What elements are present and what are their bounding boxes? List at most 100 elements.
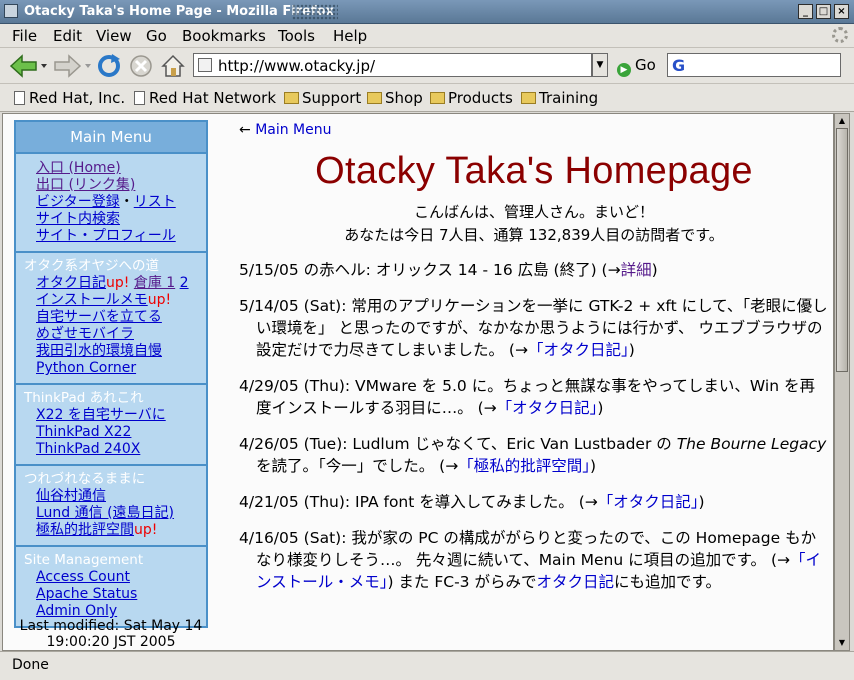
page-icon [134,91,145,105]
news-item: 4/16/05 (Sat): 我が家の PC の構成ががらりと変ったので、この … [239,529,822,591]
link-install-memo[interactable]: インストールメモ [36,292,148,308]
scroll-up-arrow-icon[interactable]: ▲ [836,115,848,127]
bookmark-red-hat-network[interactable]: Red Hat Network [134,89,276,107]
maximize-button[interactable]: □ [816,4,831,19]
news-item: 5/15/05 の赤ヘル: オリックス 14 - 16 広島 (終了) (→詳細… [239,261,658,279]
section-caption: つれづれなるままに [24,471,146,487]
greeting: こんばんは、管理人さん。まいど！ あなたは今日 7人目、通算 132,839人目… [239,201,829,247]
link-home-server[interactable]: 自宅サーバを立てる [36,309,202,326]
url-text[interactable]: http://www.otacky.jp/ [218,57,375,75]
url-bar[interactable]: http://www.otacky.jp/ [193,53,592,77]
separator: ・ [119,194,134,210]
folder-icon [367,92,382,104]
minimize-button[interactable]: _ [798,4,813,19]
link-lund-news[interactable]: Lund 通信 (遠島日記) [36,505,202,522]
link-visitor-list[interactable]: リスト [134,194,176,210]
visitor-row: ビジター登録・リスト [36,194,202,211]
menu-view[interactable]: View [96,27,132,45]
link-site-profile[interactable]: サイト・プロフィール [36,228,202,245]
window-titlebar[interactable]: Otacky Taka's Home Page - Mozilla Firefo… [0,0,854,24]
link-thinkpad-240x[interactable]: ThinkPad 240X [36,441,202,458]
stop-icon[interactable] [128,53,154,79]
link-otaku-diary[interactable]: オタク日記 [36,275,106,291]
menu-edit[interactable]: Edit [53,27,82,45]
menu-go[interactable]: Go [146,27,167,45]
link-thinkpad-x22[interactable]: ThinkPad X22 [36,424,202,441]
news-link[interactable]: 「オタク日記」 [497,399,598,417]
last-modified-line1: Last modified: Sat May 14 [19,618,203,634]
install-row: インストールメモup! [36,292,202,309]
news-link[interactable]: オタク日記 [536,573,614,591]
folder-icon [430,92,445,104]
menu-tools[interactable]: Tools [278,27,315,45]
link-links[interactable]: 出口 (リンク集) [36,177,202,194]
main-menu-sidebar: Main Menu 入口 (Home) 出口 (リンク集) ビジター登録・リスト… [14,120,208,628]
vertical-scrollbar[interactable]: ▲ ▼ [834,113,850,651]
search-box[interactable]: G [667,53,841,77]
news-item: 4/21/05 (Thu): IPA font を導入してみました。 (→「オタ… [239,493,705,511]
go-arrow-icon: ▶ [617,63,631,77]
menu-section-essays: つれづれなるままに 仙谷村通信 Lund 通信 (遠島日記) 極私的批評空間up… [16,466,206,547]
criticism-row: 極私的批評空間up! [36,522,202,539]
throbber-icon [832,27,848,43]
link-x22-server[interactable]: X22 を自宅サーバに [36,407,202,424]
news-link[interactable]: 「極私的批評空間」 [458,457,590,475]
url-history-dropdown[interactable]: ▼ [592,53,608,77]
visitor-counter: あなたは今日 7人目、通算 132,839人目の訪問者です。 [344,226,724,244]
window-menu-icon[interactable] [4,4,18,18]
main-menu-heading: Main Menu [16,122,206,154]
link-apache-status[interactable]: Apache Status [36,586,202,603]
close-button[interactable]: × [834,4,849,19]
link-sengoku-news[interactable]: 仙谷村通信 [36,488,202,505]
page-viewport[interactable]: Main Menu 入口 (Home) 出口 (リンク集) ビジター登録・リスト… [2,113,834,651]
menu-section-otaku: オタク系オヤジへの道 オタク日記up! 倉庫 1 2 インストールメモup! 自… [16,253,206,385]
bookmark-red-hat-inc[interactable]: Red Hat, Inc. [14,89,125,107]
page-icon [14,91,25,105]
folder-icon [521,92,536,104]
link-archive-1[interactable]: 倉庫 1 [134,275,175,291]
news-item: 5/14/05 (Sat): 常用のアプリケーションを一挙に GTK-2 + x… [239,297,828,359]
link-main-menu[interactable]: Main Menu [255,122,331,138]
home-icon[interactable] [160,53,186,79]
up-badge: up! [147,292,172,308]
last-modified: Last modified: Sat May 14 19:00:20 JST 2… [14,618,208,650]
news-item: 4/26/05 (Tue): Ludlum じゃなくて、Eric Van Lus… [239,435,827,475]
back-arrow-icon[interactable] [8,53,48,79]
menu-section-main: 入口 (Home) 出口 (リンク集) ビジター登録・リスト サイト内検索 サイ… [16,154,206,253]
news-link[interactable]: 詳細 [621,261,652,279]
menu-section-thinkpad: ThinkPad あれこれ X22 を自宅サーバに ThinkPad X22 T… [16,385,206,466]
link-access-count[interactable]: Access Count [36,569,202,586]
link-home[interactable]: 入口 (Home) [36,160,202,177]
section-caption: ThinkPad あれこれ [24,390,144,406]
menu-file[interactable]: File [12,27,37,45]
link-mobiler[interactable]: めざせモバイラ [36,326,202,343]
bookmark-folder-training[interactable]: Training [521,89,598,107]
news-link[interactable]: 「オタク日記」 [598,493,699,511]
status-text: Done [12,657,49,673]
link-python-corner[interactable]: Python Corner [36,360,202,377]
news-link[interactable]: 「オタク日記」 [528,341,629,359]
bookmark-folder-support[interactable]: Support [284,89,361,107]
diary-row: オタク日記up! 倉庫 1 2 [36,275,202,292]
last-modified-line2: 19:00:20 JST 2005 [46,634,176,650]
forward-arrow-icon[interactable] [52,53,92,79]
scroll-down-arrow-icon[interactable]: ▼ [836,637,848,649]
bookmark-folder-shop[interactable]: Shop [367,89,423,107]
reload-icon[interactable] [96,53,122,79]
site-favicon-icon [198,58,212,72]
book-title: The Bourne Legacy [676,435,827,453]
go-button[interactable]: ▶ Go [617,56,656,77]
left-arrow-icon: ← [239,122,251,138]
menu-help[interactable]: Help [333,27,367,45]
link-archive-2[interactable]: 2 [180,275,189,291]
link-environment[interactable]: 我田引水的環境自慢 [36,343,202,360]
search-engine-icon[interactable]: G [672,56,685,75]
page-title: Otacky Taka's Homepage [315,150,753,192]
link-site-search[interactable]: サイト内検索 [36,211,202,228]
link-criticism[interactable]: 極私的批評空間 [36,522,134,538]
scrollbar-thumb[interactable] [836,128,848,372]
titlebar-grip [292,4,338,20]
bookmark-folder-products[interactable]: Products [430,89,513,107]
link-visitor-register[interactable]: ビジター登録 [36,194,120,210]
menu-bookmarks[interactable]: Bookmarks [182,27,266,45]
